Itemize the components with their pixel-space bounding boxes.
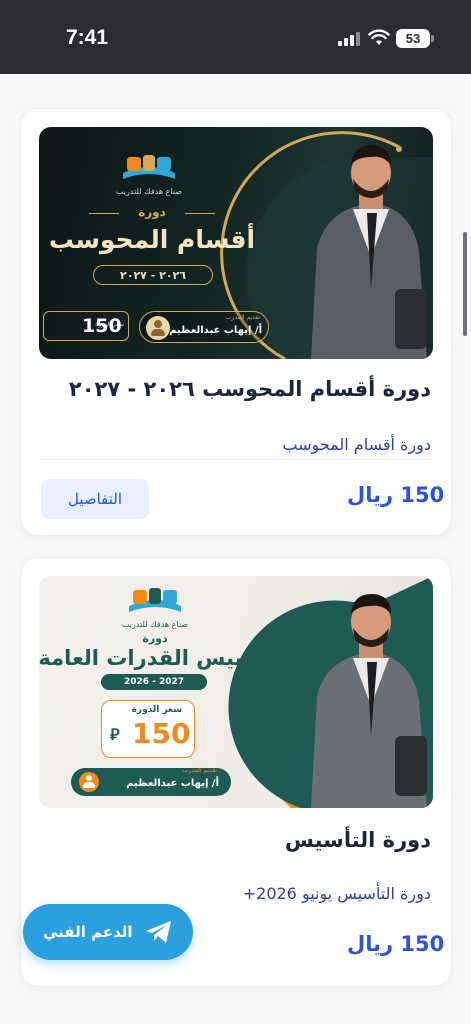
- banner-years: ٢٠٢٦ - ٢٠٢٧: [93, 265, 213, 285]
- banner-price-label: سعر الدورة: [131, 705, 182, 715]
- course-banner-image[interactable]: صناع هدفك للتدريب دورة أقسام المحوسب ٢٠٢…: [39, 127, 433, 359]
- card-divider: [39, 459, 431, 460]
- banner-label: دورة: [138, 205, 166, 219]
- course-title[interactable]: دورة التأسيس: [285, 828, 431, 852]
- riyal-symbol-icon: ⃁: [110, 725, 120, 744]
- banner-trainer-name: أ/ إيهاب عبدالعظيم: [169, 325, 262, 336]
- course-title[interactable]: دورة أقسام المحوسب ٢٠٢٦ - ٢٠٢٧: [69, 377, 431, 401]
- battery-tip: [431, 35, 434, 42]
- battery-icon: 53: [396, 29, 430, 48]
- trainer-avatar-icon: [79, 772, 99, 792]
- banner-trainer-name: أ/ إيهاب عبدالعظيم: [126, 778, 219, 789]
- banner-trainer-label: تقديم المدرب: [182, 767, 217, 774]
- book-logo-icon: [123, 155, 175, 179]
- support-label: الدعم الفني: [43, 923, 133, 941]
- logo-tagline: صناع هدفك للتدريب: [121, 620, 189, 629]
- status-time: 7:41: [66, 26, 109, 49]
- technical-support-button[interactable]: الدعم الفني: [23, 904, 193, 960]
- trainer-photo: [311, 594, 427, 808]
- banner-price: 150: [132, 717, 191, 750]
- book-logo-icon: [129, 588, 181, 612]
- banner-trainer-label: تقديم المدرب: [225, 314, 260, 321]
- trainer-photo: [311, 145, 427, 359]
- banner-label: دورة: [142, 632, 168, 645]
- banner-price: 150: [82, 315, 122, 337]
- course-card[interactable]: صناع هدفك للتدريب دورة أقسام المحوسب ٢٠٢…: [20, 108, 452, 536]
- banner-trainer-box: تقديم المدرب أ/ إيهاب عبدالعظيم: [139, 311, 269, 343]
- banner-trainer-box: تقديم المدرب أ/ إيهاب عبدالعظيم: [71, 767, 231, 796]
- course-subtitle: دورة أقسام المحوسب: [282, 435, 431, 454]
- course-price: 150 ريال: [347, 932, 445, 956]
- signal-icon: [338, 32, 360, 46]
- brand-logo: صناع هدفك للتدريب: [116, 151, 182, 201]
- label-line: [185, 213, 215, 214]
- details-button[interactable]: التفاصيل: [41, 479, 149, 519]
- course-subtitle: دورة التأسيس يونيو 2026+: [242, 884, 431, 903]
- banner-price-box: سعر الدورة 150: [43, 311, 129, 341]
- wifi-icon: [368, 29, 390, 45]
- telegram-icon: [146, 921, 171, 943]
- course-price: 150 ريال: [347, 483, 445, 507]
- banner-title: تأسيس القدرات العامة: [39, 646, 271, 670]
- label-line: [89, 213, 119, 214]
- banner-years: 2026 - 2027: [101, 674, 207, 690]
- trainer-avatar-icon: [146, 316, 170, 340]
- course-banner-image[interactable]: صناع هدفك للتدريب دورة تأسيس القدرات الع…: [39, 576, 433, 808]
- scrollbar[interactable]: [463, 232, 467, 336]
- banner-title: أقسام المحوسب: [48, 225, 256, 254]
- status-bar: 7:41 53: [0, 0, 471, 74]
- logo-tagline: صناع هدفك للتدريب: [115, 187, 183, 196]
- brand-logo: صناع هدفك للتدريب: [122, 584, 188, 634]
- banner-price-box: سعر الدورة 150 ⃁: [101, 700, 195, 758]
